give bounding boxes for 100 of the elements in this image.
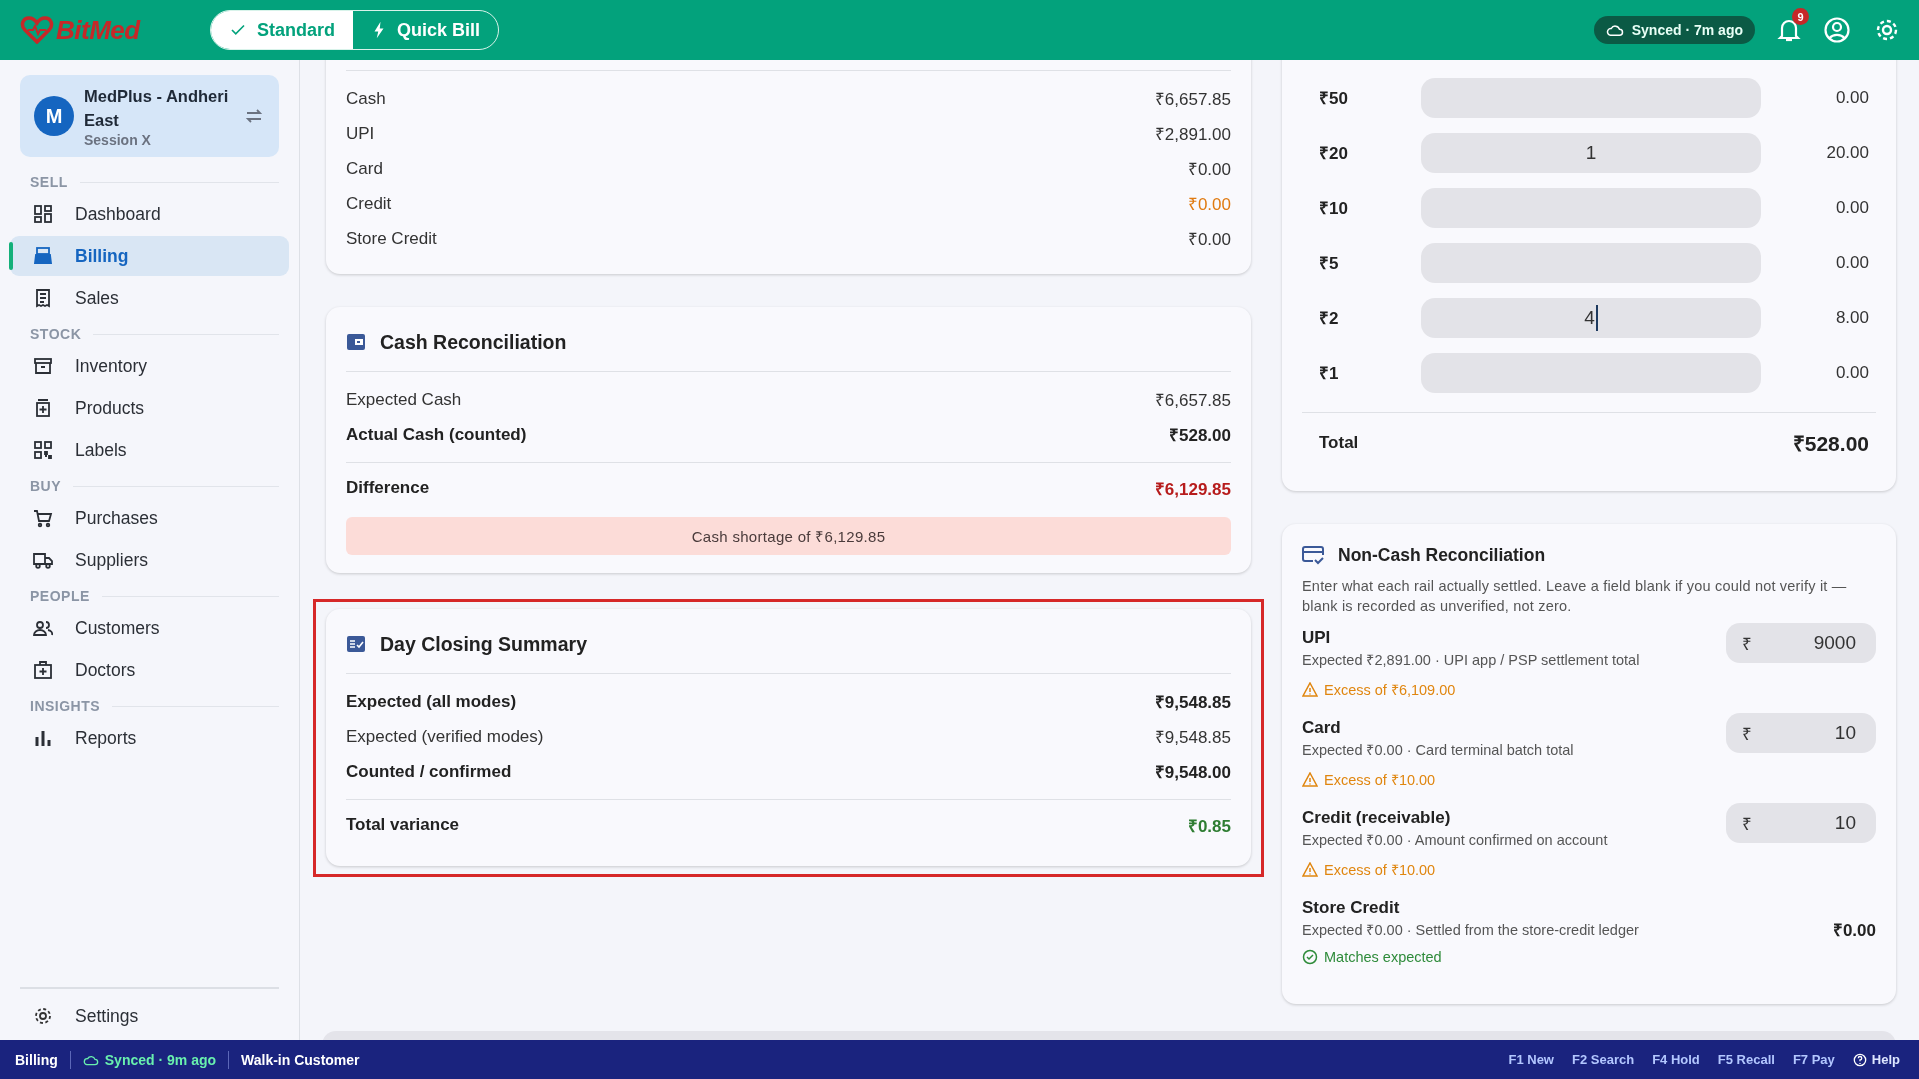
cloud-icon xyxy=(82,1053,99,1066)
nav-item[interactable]: Doctors xyxy=(10,650,289,690)
row-value: ₹9,548.85 xyxy=(1154,692,1231,713)
medicine-icon xyxy=(33,398,53,418)
total-value: ₹528.00 xyxy=(1792,431,1869,457)
status-page: Billing xyxy=(15,1051,58,1068)
amount-field[interactable]: ₹ 10 xyxy=(1726,713,1876,753)
rail-status: Matches expected xyxy=(1302,949,1639,965)
rail-name: Card xyxy=(1302,717,1342,739)
store-avatar: M xyxy=(34,96,74,136)
row-label: Credit xyxy=(346,193,392,214)
settings-icon xyxy=(33,1006,53,1026)
rail-name: Store Credit xyxy=(1302,897,1401,919)
people-icon xyxy=(33,618,53,638)
rail-status: Excess of ₹10.00 xyxy=(1302,859,1608,879)
help-icon xyxy=(1852,1052,1867,1067)
denomination-label: ₹5 xyxy=(1318,253,1340,274)
warning-icon xyxy=(1302,771,1318,787)
row-label: Actual Cash (counted) xyxy=(346,424,527,445)
section-title: INSIGHTS xyxy=(30,698,101,714)
help-link[interactable]: Help xyxy=(1852,1052,1900,1067)
shortcut-hint[interactable]: F7 Pay xyxy=(1792,1052,1835,1067)
rail-expected: Expected ₹0.00 · Settled from the store-credit ledger xyxy=(1302,921,1639,940)
warning-icon xyxy=(1302,861,1318,877)
nav-item[interactable]: Products xyxy=(10,388,289,428)
row-label: Expected (verified modes) xyxy=(346,726,544,747)
cloud-icon xyxy=(1605,23,1624,37)
row-label: Expected (all modes) xyxy=(346,691,517,712)
shortage-alert: Cash shortage of ₹6,129.85 xyxy=(346,517,1231,555)
sync-status: Synced · 7m ago xyxy=(1593,16,1755,44)
store-card[interactable]: M MedPlus - Andheri East Session X xyxy=(20,75,279,157)
billing-icon xyxy=(33,246,53,266)
denomination-label: ₹50 xyxy=(1318,88,1349,109)
total-label: Total xyxy=(1319,433,1359,453)
nav-item[interactable]: Dashboard xyxy=(10,194,289,234)
section-title: STOCK xyxy=(30,326,82,342)
card-title: Non-Cash Reconciliation xyxy=(1338,544,1546,566)
nav-item[interactable]: Reports xyxy=(10,718,289,758)
rail-name: Credit (receivable) xyxy=(1302,807,1452,829)
denomination-amount: 0.00 xyxy=(1834,362,1870,383)
check-circle-icon xyxy=(1302,949,1318,965)
nav-item[interactable]: Sales xyxy=(10,278,289,318)
rail-expected: Expected ₹0.00 · Card terminal batch total xyxy=(1302,741,1574,760)
notification-badge: 9 xyxy=(1792,8,1809,25)
nav-item[interactable]: Settings xyxy=(20,996,279,1036)
shortcut-hint[interactable]: F5 Recall xyxy=(1717,1052,1775,1067)
rail-expected: Expected ₹2,891.00 · UPI app / PSP settlement total xyxy=(1302,651,1640,670)
chart-icon xyxy=(33,728,53,748)
rail-expected: Expected ₹0.00 · Amount confirmed on account xyxy=(1302,831,1608,850)
rail-name: UPI xyxy=(1302,627,1332,649)
shortcut-hint[interactable]: F1 New xyxy=(1508,1052,1554,1067)
account-icon[interactable] xyxy=(1823,16,1851,44)
nav-item[interactable]: Inventory xyxy=(10,346,289,386)
row-value: ₹528.00 xyxy=(1169,425,1231,446)
denomination-amount: 8.00 xyxy=(1834,307,1870,328)
row-label: Total variance xyxy=(346,815,460,835)
section-title: BUY xyxy=(30,478,62,494)
archive-icon xyxy=(33,356,53,376)
checklist-icon xyxy=(346,634,366,654)
nav-item[interactable]: Labels xyxy=(10,430,289,470)
warning-icon xyxy=(1302,681,1318,697)
amount-field[interactable]: ₹ 9000 xyxy=(1726,623,1876,663)
rail-status: Excess of ₹10.00 xyxy=(1302,769,1574,789)
rail-status: Excess of ₹6,109.00 xyxy=(1302,679,1640,699)
row-label: Cash xyxy=(346,88,386,109)
brand-name: BitMed xyxy=(56,14,140,46)
card-check-icon xyxy=(1302,545,1324,565)
denomination-label: ₹2 xyxy=(1318,308,1340,329)
row-value: ₹0.00 xyxy=(1187,229,1231,250)
shortcut-hint[interactable]: F4 Hold xyxy=(1652,1052,1700,1067)
denomination-amount: 20.00 xyxy=(1825,142,1870,163)
denomination-label: ₹10 xyxy=(1318,198,1349,219)
row-value: ₹0.00 xyxy=(1187,159,1231,180)
row-value: ₹6,129.85 xyxy=(1154,478,1231,500)
row-label: Difference xyxy=(346,478,430,498)
nav-item[interactable]: Purchases xyxy=(10,498,289,538)
kit-icon xyxy=(33,660,53,680)
denomination-amount: 0.00 xyxy=(1834,197,1870,218)
wallet-icon xyxy=(346,332,366,352)
rail-amount: ₹0.00 xyxy=(1832,920,1876,941)
row-value: ₹2,891.00 xyxy=(1154,124,1231,145)
amount-field[interactable]: ₹ 10 xyxy=(1726,803,1876,843)
section-title: SELL xyxy=(30,174,68,190)
row-value: ₹0.00 xyxy=(1187,194,1231,215)
section-title: PEOPLE xyxy=(30,588,90,604)
receipt-icon xyxy=(33,288,53,308)
count-field[interactable]: 1 xyxy=(1421,132,1761,173)
swap-icon[interactable] xyxy=(245,108,263,124)
qr-icon xyxy=(33,440,53,460)
row-label: Counted / confirmed xyxy=(346,761,512,782)
nav-item[interactable]: Billing xyxy=(10,236,289,276)
denomination-label: ₹1 xyxy=(1318,363,1340,384)
nav-item[interactable]: Customers xyxy=(10,608,289,648)
nav-item[interactable]: Suppliers xyxy=(10,540,289,580)
customer-label: Walk-in Customer xyxy=(241,1051,360,1068)
denomination-amount: 0.00 xyxy=(1834,252,1870,273)
shortcut-hint[interactable]: F2 Search xyxy=(1572,1052,1635,1067)
count-field[interactable]: 4 xyxy=(1421,297,1761,338)
heart-logo-icon xyxy=(20,16,54,44)
row-label: UPI xyxy=(346,123,375,144)
